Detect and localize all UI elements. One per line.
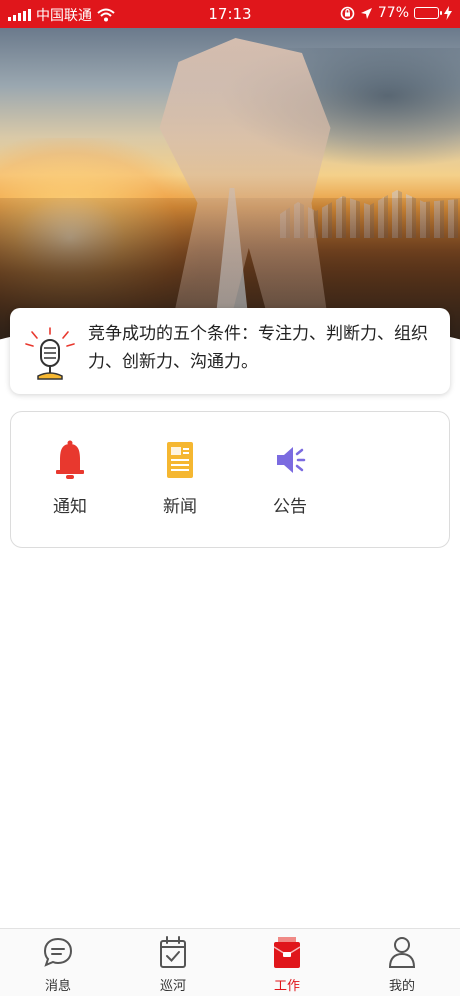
menu-item-label: 新闻: [163, 497, 197, 517]
battery-icon: [414, 7, 442, 19]
menu-item-announcement[interactable]: 公告: [254, 440, 326, 517]
tab-label: 工作: [273, 979, 300, 994]
status-right: 77%: [340, 5, 452, 21]
tab-label: 我的: [388, 979, 415, 994]
menu-item-label: 通知: [53, 497, 87, 517]
charging-icon: [444, 6, 452, 20]
menu-item-news[interactable]: 新闻: [144, 440, 216, 517]
calendar-check-icon: [160, 936, 186, 968]
bell-icon: [56, 440, 84, 479]
news-document-icon: [167, 442, 193, 478]
tab-river-patrol[interactable]: 巡河: [133, 935, 213, 994]
location-icon: [360, 7, 372, 19]
hero-banner: [0, 28, 460, 348]
tab-label: 消息: [44, 979, 71, 994]
menu-item-notice[interactable]: 通知: [34, 440, 106, 517]
tab-work[interactable]: 工作: [247, 935, 327, 994]
lock-rotation-icon: [340, 6, 355, 20]
battery-percent: 77%: [377, 5, 409, 21]
bottom-tab-bar: 消息 巡河 工作 我的: [0, 928, 460, 996]
tab-messages[interactable]: 消息: [18, 935, 98, 994]
notice-text: 竞争成功的五个条件：专注力、判断力、组织力、创新力、沟通力。: [88, 324, 428, 372]
message-icon: [43, 937, 73, 967]
tab-profile[interactable]: 我的: [362, 935, 442, 994]
user-icon: [388, 937, 416, 968]
microphone-icon: [25, 327, 75, 380]
menu-item-label: 公告: [273, 497, 307, 517]
work-folder-icon: [273, 937, 301, 968]
tab-label: 巡河: [159, 979, 186, 994]
status-bar: 中国联通 17:13 77%: [0, 0, 460, 28]
notice-card[interactable]: 竞争成功的五个条件：专注力、判断力、组织力、创新力、沟通力。: [10, 308, 450, 394]
quick-menu-card: 通知 新闻 公告: [10, 411, 450, 548]
speaker-icon: [277, 447, 306, 473]
